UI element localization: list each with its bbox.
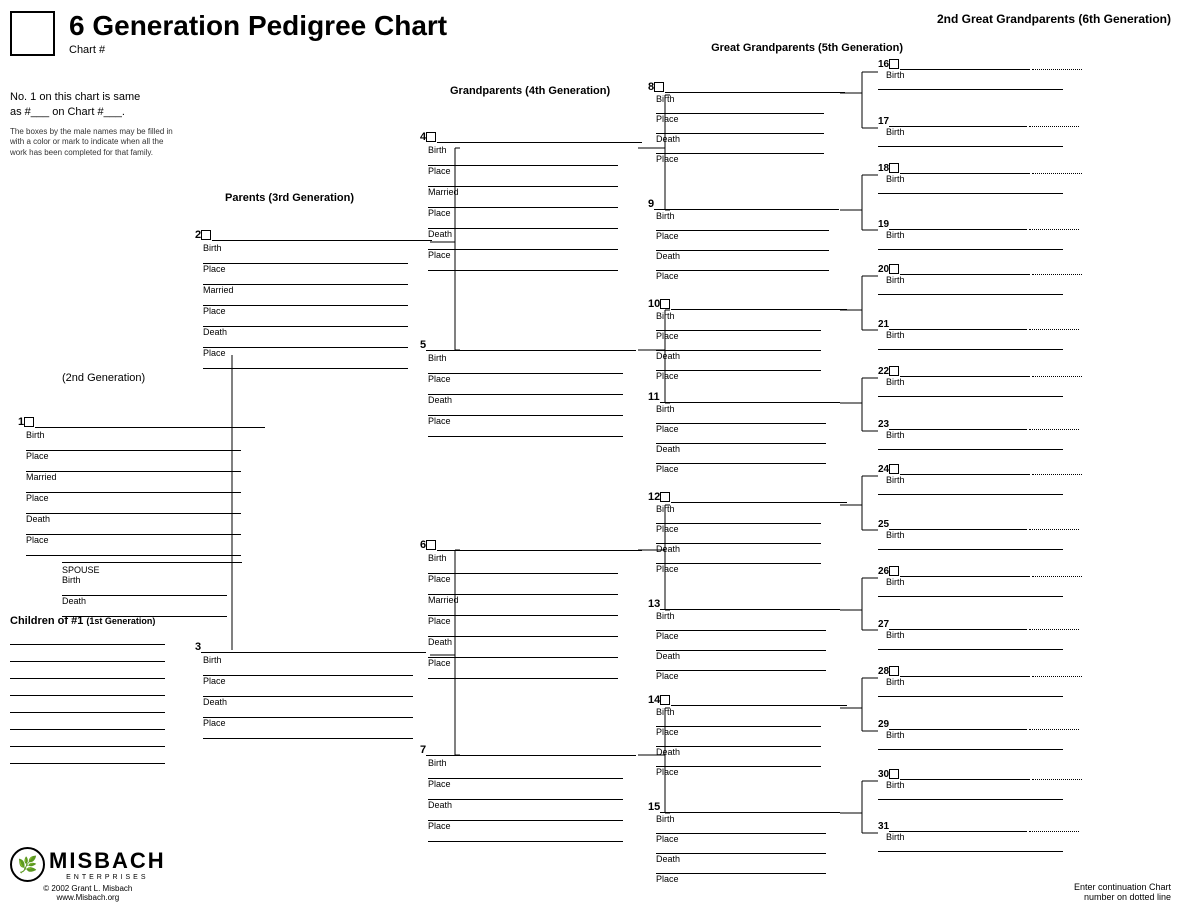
logo-enterprises: ENTERPRISES (49, 874, 166, 881)
info-block: No. 1 on this chart is same as #___ on C… (10, 90, 175, 158)
person-1: 1 Birth Place Married Place Death Place (18, 415, 265, 556)
person-18: 18 Birth (878, 162, 1082, 194)
person-26: 26 Birth (878, 565, 1082, 597)
chart-box (10, 11, 55, 56)
gen4-label: Grandparents (4th Generation) (450, 85, 610, 97)
no1-text-line1: No. 1 on this chart is same (10, 90, 175, 105)
person-19: 19 Birth (878, 218, 1079, 250)
person-3: 3 Birth Place Death Place (195, 640, 426, 739)
person-20: 20 Birth (878, 263, 1082, 295)
person-31: 31 Birth (878, 820, 1079, 852)
no1-text-line2: as #___ on Chart #___. (10, 105, 175, 120)
spouse-section: SPOUSE Birth Death (62, 550, 242, 617)
person-4: 4 Birth Place Married Place Death Place (420, 130, 642, 271)
person-13: 13 Birth Place Death Place (648, 597, 840, 681)
person-30: 30 Birth (878, 768, 1082, 800)
logo-website: www.Misbach.org (10, 893, 166, 902)
children-section: Children of #1 (1st Generation) (10, 615, 165, 767)
logo-text: MISBACH (49, 848, 166, 874)
person-28: 28 Birth (878, 665, 1082, 697)
person-27: 27 Birth (878, 618, 1079, 650)
gen6-label: 2nd Great Grandparents (6th Generation) (937, 12, 1171, 26)
gen3-label: Parents (3rd Generation) (225, 192, 354, 204)
person-21: 21 Birth (878, 318, 1079, 350)
person-9: 9 Birth Place Death Place (648, 197, 839, 281)
person-2: 2 Birth Place Married Place Death Place (195, 228, 432, 369)
person-15: 15 Birth Place Death Place (648, 800, 840, 884)
person-24: 24 Birth (878, 463, 1082, 495)
person-11: 11 Birth Place Death Place (648, 390, 840, 474)
gen2-label: (2nd Generation) (62, 372, 145, 384)
person-10: 10 Birth Place Death Place (648, 297, 847, 381)
person-14: 14 Birth Place Death Place (648, 693, 847, 777)
logo-area: 🌿 MISBACH ENTERPRISES © 2002 Grant L. Mi… (10, 847, 166, 902)
person-17: 17 Birth (878, 115, 1079, 147)
person-8: 8 Birth Place Death Place (648, 80, 845, 164)
footer-note: Enter continuation Chart number on dotte… (1074, 882, 1171, 902)
chart-number: Chart # (69, 44, 447, 56)
gen5-label: Great Grandparents (5th Generation) (711, 42, 903, 54)
note-text: The boxes by the male names may be fille… (10, 127, 175, 158)
person-12: 12 Birth Place Death Place (648, 490, 847, 574)
person-5: 5 Birth Place Death Place (420, 338, 636, 437)
person-25: 25 Birth (878, 518, 1079, 550)
page-title: 6 Generation Pedigree Chart (69, 10, 447, 42)
person-7: 7 Birth Place Death Place (420, 743, 636, 842)
person-29: 29 Birth (878, 718, 1079, 750)
person-6: 6 Birth Place Married Place Death Place (420, 538, 642, 679)
person-23: 23 Birth (878, 418, 1079, 450)
person-16: 16 Birth (878, 58, 1082, 90)
person-22: 22 Birth (878, 365, 1082, 397)
logo-copyright: © 2002 Grant L. Misbach (10, 884, 166, 893)
